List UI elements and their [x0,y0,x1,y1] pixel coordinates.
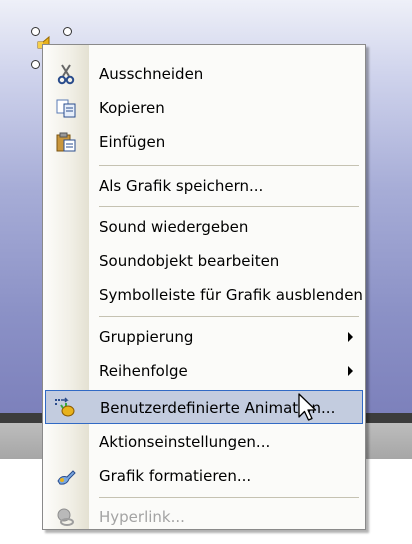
menu-item-action-settings[interactable]: Aktionseinstellungen... [45,425,363,459]
selection-handle[interactable] [31,60,40,69]
custom-animation-icon [55,397,75,417]
menu-separator [99,165,359,166]
submenu-arrow-icon [348,332,353,342]
menu-item-label: Einfügen [99,133,166,151]
menu-separator [99,206,359,207]
menu-item-label: Symbolleiste für Grafik ausblenden [99,286,363,304]
menu-item-save-as-picture[interactable]: Als Grafik speichern... [45,169,363,203]
menu-item-cut[interactable]: Ausschneiden [45,57,363,91]
menu-item-grouping[interactable]: Gruppierung [45,320,363,354]
menu-item-play-sound[interactable]: Sound wiedergeben [45,210,363,244]
format-picture-icon [57,470,76,485]
mouse-pointer-icon [298,393,317,421]
menu-item-label: Aktionseinstellungen... [99,433,271,451]
menu-item-copy[interactable]: Kopieren [45,91,363,125]
menu-item-label: Als Grafik speichern... [99,177,264,195]
menu-item-paste[interactable]: Einfügen [45,125,363,159]
menu-item-hide-picture-toolbar[interactable]: Symbolleiste für Grafik ausblenden [45,278,363,312]
menu-separator [99,316,359,317]
menu-item-edit-sound-object[interactable]: Soundobjekt bearbeiten [45,244,363,278]
paste-icon [56,132,76,152]
selection-handle[interactable] [63,27,72,36]
menu-item-label: Soundobjekt bearbeiten [99,252,280,270]
menu-item-label: Kopieren [99,99,165,117]
selection-handle[interactable] [31,27,40,36]
copy-icon [56,99,76,118]
menu-item-label: Reihenfolge [99,362,188,380]
menu-item-format-picture[interactable]: Grafik formatieren... [45,459,363,493]
menu-item-label: Ausschneiden [99,65,204,83]
menu-item-label: Grafik formatieren... [99,467,252,485]
menu-separator [99,497,359,498]
menu-item-label: Gruppierung [99,328,194,346]
submenu-arrow-icon [348,366,353,376]
menu-item-label: Hyperlink... [99,508,185,526]
menu-item-order[interactable]: Reihenfolge [45,354,363,388]
menu-item-label: Sound wiedergeben [99,218,249,236]
scissors-icon [57,64,75,85]
menu-item-hyperlink: Hyperlink... [45,500,363,534]
hyperlink-icon [57,508,74,526]
context-menu: Ausschneiden Kopieren Einfügen Als Grafi… [42,44,366,530]
